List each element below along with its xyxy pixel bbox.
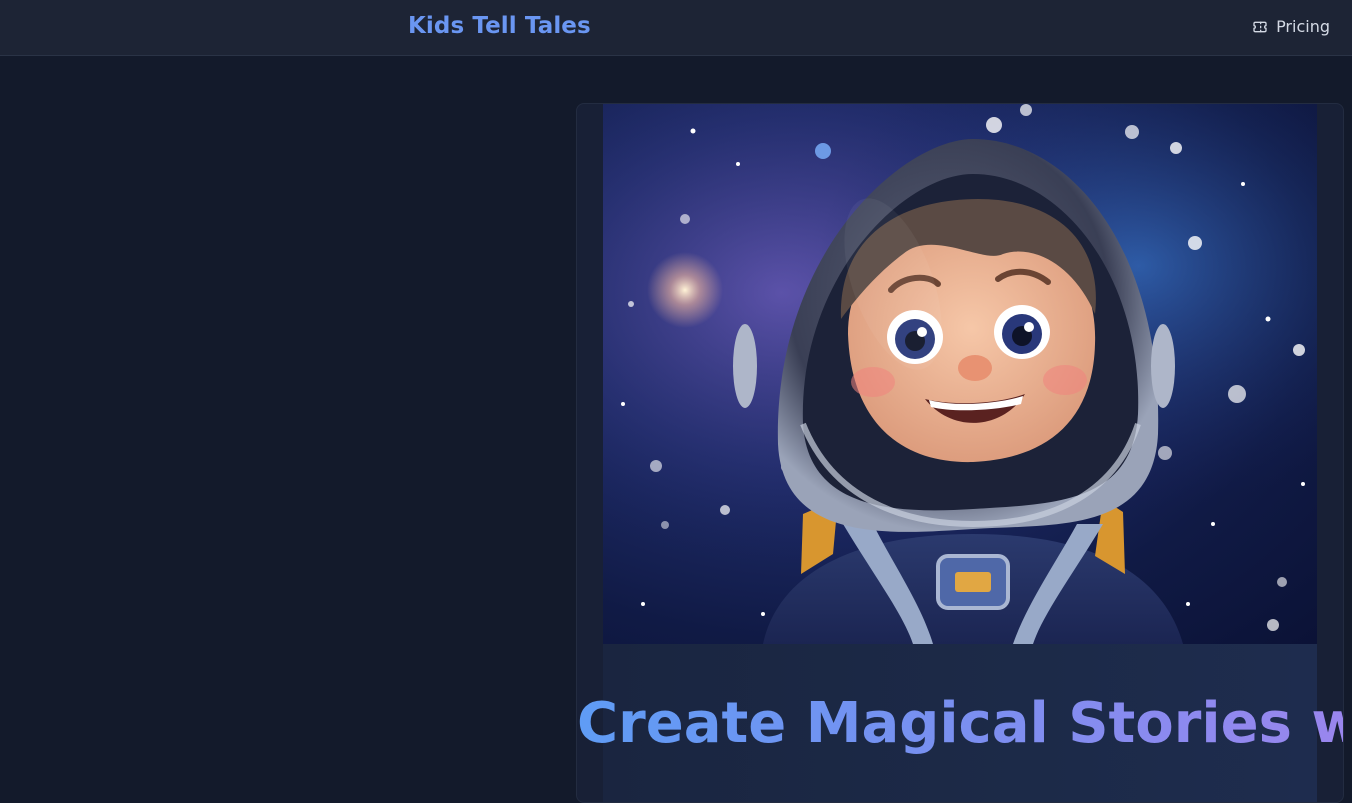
brand-logo-link[interactable]: Kids Tell Tales <box>408 13 591 39</box>
hero-astronaut-image <box>603 104 1317 644</box>
ticket-icon <box>1251 18 1268 35</box>
top-nav-bar: Kids Tell Tales Pricing <box>0 0 1352 56</box>
hero-card: Create Magical Stories with Your Child <box>576 103 1344 803</box>
pricing-nav-link[interactable]: Pricing <box>1251 17 1330 36</box>
pricing-nav-label: Pricing <box>1276 17 1330 36</box>
hero-headline: Create Magical Stories with Your Child <box>577 690 1343 758</box>
